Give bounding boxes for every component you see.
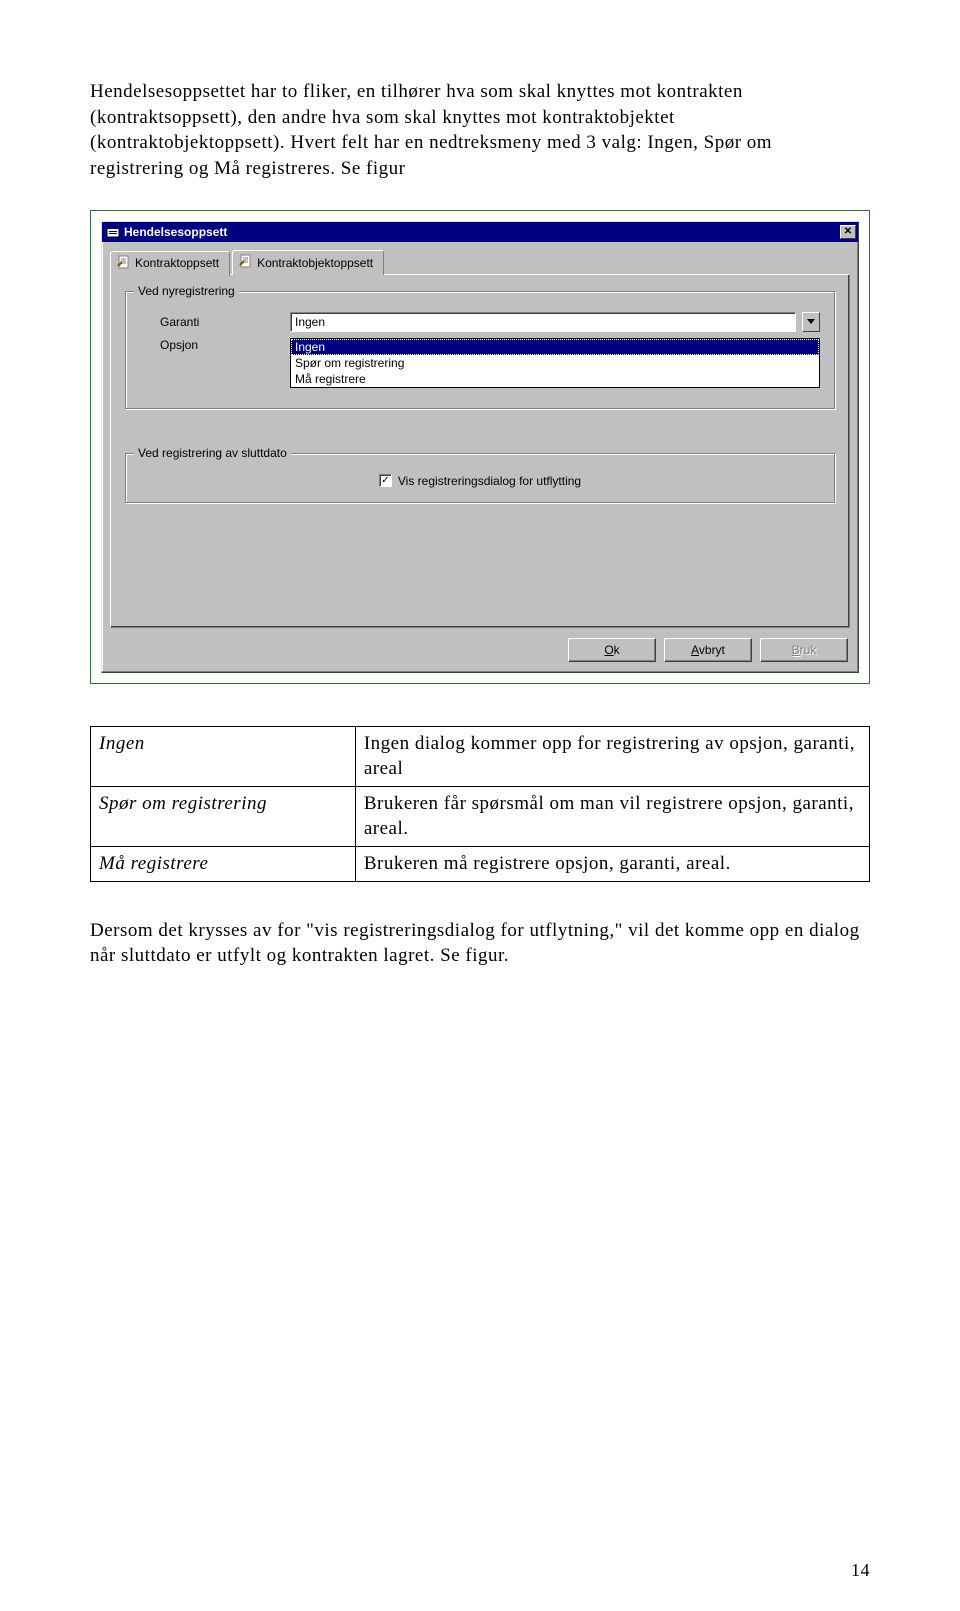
apply-button[interactable]: Bruk — [760, 638, 848, 662]
close-icon: ✕ — [844, 227, 852, 237]
button-row: Ok Avbryt Bruk — [110, 628, 850, 662]
term-cell: Ingen — [91, 726, 356, 786]
term-cell: Må registrere — [91, 847, 356, 882]
figure-frame: Hendelsesoppsett ✕ Kontraktoppsett — [90, 210, 870, 684]
document-icon — [239, 254, 253, 271]
table-row: Spør om registrering Brukeren får spørsm… — [91, 786, 870, 846]
outro-paragraph: Dersom det krysses av for "vis registrer… — [90, 918, 870, 969]
garanti-value: Ingen — [295, 315, 325, 329]
intro-paragraph: Hendelsesoppsettet har to fliker, en til… — [90, 79, 870, 182]
garanti-combo-button[interactable] — [802, 312, 820, 332]
definitions-table: Ingen Ingen dialog kommer opp for regist… — [90, 726, 870, 882]
close-button[interactable]: ✕ — [840, 225, 856, 239]
tab-label: Kontraktoppsett — [135, 256, 219, 270]
tab-kontraktobjektoppsett[interactable]: Kontraktobjektoppsett — [232, 250, 384, 275]
checkbox-row: ✓ Vis registreringsdialog for utflytting — [140, 474, 820, 488]
table-row: Må registrere Brukeren må registrere ops… — [91, 847, 870, 882]
checkbox-utflytting[interactable]: ✓ — [379, 474, 392, 487]
group-legend: Ved registrering av sluttdato — [134, 446, 291, 460]
garanti-label: Garanti — [140, 315, 290, 329]
dialog-window: Hendelsesoppsett ✕ Kontraktoppsett — [101, 221, 859, 673]
check-icon: ✓ — [381, 476, 389, 486]
page-number: 14 — [851, 1560, 870, 1581]
desc-cell: Brukeren må registrere opsjon, garanti, … — [355, 847, 869, 882]
tab-label: Kontraktobjektoppsett — [257, 256, 373, 270]
dropdown-option[interactable]: Spør om registrering — [291, 355, 819, 371]
cancel-button[interactable]: Avbryt — [664, 638, 752, 662]
page: Hendelsesoppsettet har to fliker, en til… — [0, 0, 960, 1611]
window-title: Hendelsesoppsett — [124, 225, 227, 239]
field-opsjon: Opsjon Ingen Spør om registrering Må reg… — [140, 338, 820, 388]
field-garanti: Garanti Ingen — [140, 312, 820, 332]
document-icon — [117, 255, 131, 272]
chevron-down-icon — [807, 319, 815, 324]
desc-cell: Brukeren får spørsmål om man vil registr… — [355, 786, 869, 846]
ok-button[interactable]: Ok — [568, 638, 656, 662]
term-cell: Spør om registrering — [91, 786, 356, 846]
group-legend: Ved nyregistrering — [134, 284, 239, 298]
desc-cell: Ingen dialog kommer opp for registrering… — [355, 726, 869, 786]
dropdown-option[interactable]: Ingen — [291, 339, 819, 355]
group-sluttdato: Ved registrering av sluttdato ✓ Vis regi… — [125, 453, 835, 503]
garanti-combo[interactable]: Ingen — [290, 312, 796, 332]
tabs: Kontraktoppsett Kontraktobjektoppsett Ve… — [110, 250, 850, 628]
tab-pane: Ved nyregistrering Garanti Ingen — [110, 274, 850, 628]
tab-kontraktoppsett[interactable]: Kontraktoppsett — [110, 251, 230, 276]
dropdown-option[interactable]: Må registrere — [291, 371, 819, 387]
opsjon-dropdown-list[interactable]: Ingen Spør om registrering Må registrere — [290, 338, 820, 388]
window-icon — [106, 225, 120, 239]
opsjon-label: Opsjon — [140, 338, 290, 352]
group-nyregistrering: Ved nyregistrering Garanti Ingen — [125, 291, 835, 409]
table-row: Ingen Ingen dialog kommer opp for regist… — [91, 726, 870, 786]
titlebar: Hendelsesoppsett ✕ — [102, 222, 858, 242]
dialog-body: Kontraktoppsett Kontraktobjektoppsett Ve… — [102, 242, 858, 672]
checkbox-label: Vis registreringsdialog for utflytting — [398, 474, 581, 488]
